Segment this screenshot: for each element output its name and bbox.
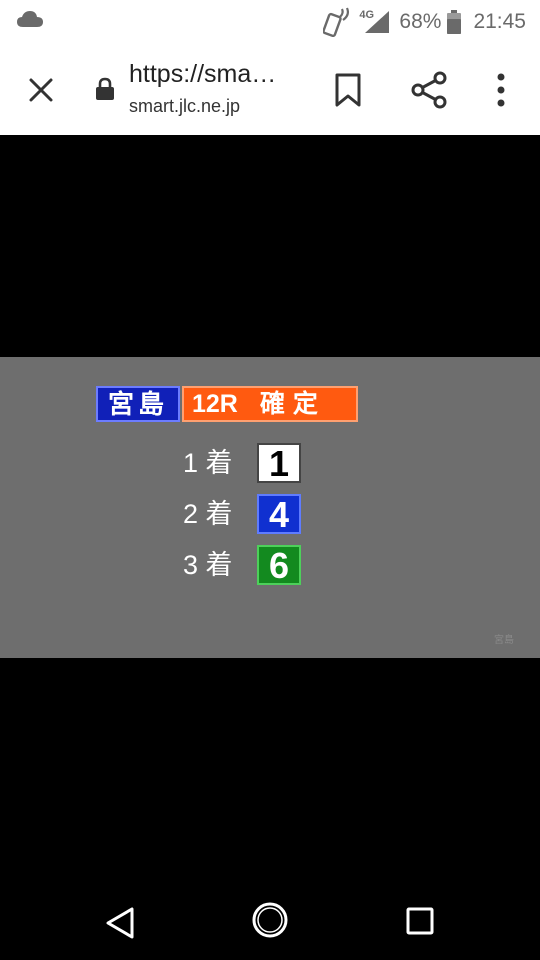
more-options-icon[interactable] (490, 72, 512, 108)
venue-label: 宮島 (96, 386, 180, 422)
race-number: 12R (192, 390, 238, 418)
video-player[interactable]: 宮島 12R 確定 1 着 1 2 着 4 3 着 6 宮島 (0, 135, 540, 900)
finish-place: 1 着 (183, 448, 233, 478)
close-icon[interactable] (26, 75, 56, 105)
home-icon[interactable] (250, 900, 290, 940)
lock-icon (96, 77, 114, 100)
finish-place: 3 着 (183, 550, 233, 580)
share-icon[interactable] (410, 71, 448, 109)
signal-indicator: 4G (359, 9, 390, 35)
race-status-label: 12R 確定 (182, 386, 358, 422)
boat-number: 6 (257, 545, 301, 585)
page-title[interactable]: https://sma… (129, 60, 276, 89)
page-domain[interactable]: smart.jlc.ne.jp (129, 96, 240, 117)
watermark: 宮島 (494, 635, 514, 646)
race-status: 確定 (259, 390, 326, 418)
battery-percent: 68% (399, 10, 442, 33)
clock: 21:45 (473, 10, 526, 33)
system-nav-bar (0, 900, 540, 960)
status-bar: 4G 68% 21:45 (0, 0, 540, 44)
signal-icon (365, 11, 390, 33)
battery-icon (447, 10, 462, 34)
nfc-icon (323, 7, 350, 37)
recent-apps-icon[interactable] (405, 906, 435, 936)
cloud-icon (17, 11, 43, 27)
race-result-panel: 宮島 12R 確定 1 着 1 2 着 4 3 着 6 宮島 (0, 357, 540, 658)
finish-place: 2 着 (183, 499, 233, 529)
boat-number: 1 (257, 443, 301, 483)
bookmark-icon[interactable] (333, 72, 363, 108)
boat-number: 4 (257, 494, 301, 534)
back-icon[interactable] (104, 904, 138, 942)
browser-toolbar: https://sma… smart.jlc.ne.jp (0, 44, 540, 135)
